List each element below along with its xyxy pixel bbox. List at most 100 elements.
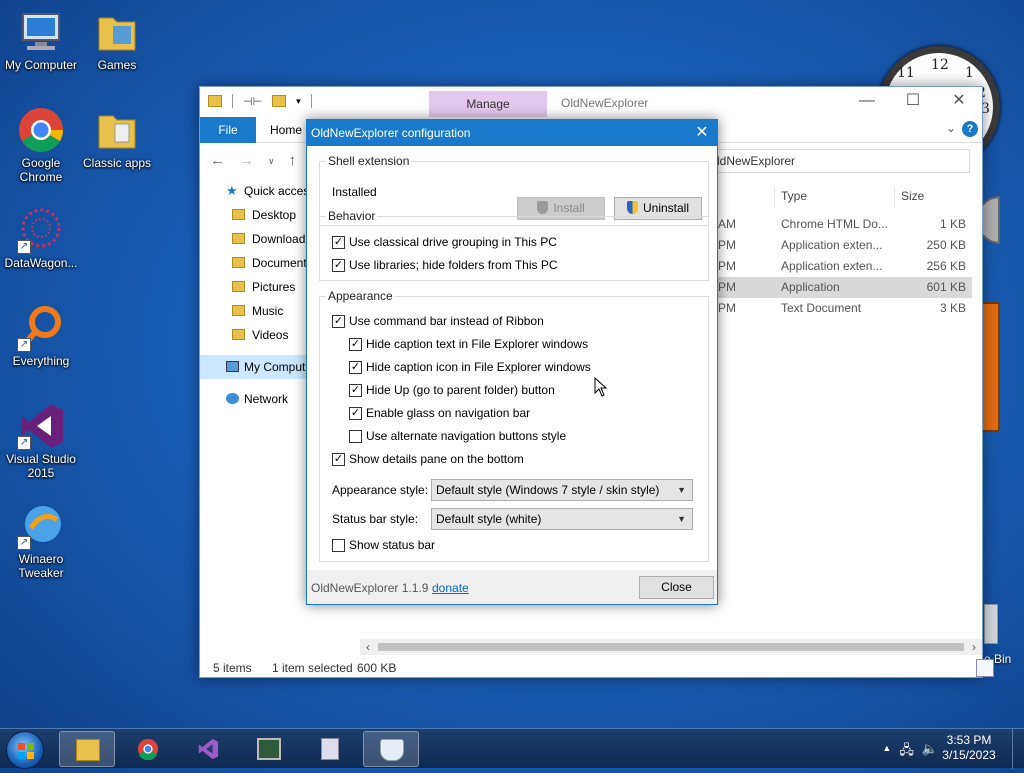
desktop-icon-games[interactable]: Games xyxy=(76,8,158,72)
task-manager-icon xyxy=(257,738,281,760)
tab-manage[interactable]: Manage xyxy=(429,91,547,117)
dialog-titlebar[interactable]: OldNewExplorer configuration ✕ xyxy=(307,120,717,146)
maximize-icon[interactable]: ☐ xyxy=(890,87,936,117)
checkbox-hide-up-button[interactable]: ✓ Hide Up (go to parent folder) button xyxy=(349,382,555,398)
nav-item-videos[interactable]: Videos xyxy=(200,323,310,347)
games-folder-icon xyxy=(93,8,141,56)
nav-item-label: Document xyxy=(252,256,307,270)
back-icon[interactable]: ← xyxy=(210,152,225,170)
desktop-icon-my-computer[interactable]: My Computer xyxy=(0,8,82,72)
file-row-selected[interactable]: PM Application 601 KB xyxy=(712,277,972,298)
shortcut-arrow-icon: ↗ xyxy=(17,240,31,254)
windows-logo-icon xyxy=(18,743,34,759)
large-icons-view-icon[interactable] xyxy=(976,659,994,677)
desktop-icon-visual-studio[interactable]: ↗ Visual Studio 2015 xyxy=(0,402,82,480)
checkbox-alternate-nav-buttons[interactable]: Use alternate navigation buttons style xyxy=(349,428,566,444)
close-icon[interactable]: ✕ xyxy=(936,87,982,117)
file-row[interactable]: AM Chrome HTML Do... 1 KB xyxy=(712,214,972,235)
column-header-type[interactable]: Type xyxy=(781,189,807,203)
checkbox-command-bar[interactable]: ✓ Use command bar instead of Ribbon xyxy=(332,313,544,329)
show-desktop-button[interactable] xyxy=(1012,729,1024,769)
status-bar-style-select[interactable]: Default style (white) ▼ xyxy=(431,508,693,530)
minimize-icon[interactable]: — xyxy=(844,87,890,117)
notes-gadget[interactable] xyxy=(980,302,1000,432)
checkbox-box: ✓ xyxy=(349,361,362,374)
checkbox-hide-caption-text[interactable]: ✓ Hide caption text in File Explorer wind… xyxy=(349,336,588,352)
scroll-left-icon[interactable]: ‹ xyxy=(360,639,376,655)
explorer-title: OldNewExplorer xyxy=(561,96,649,110)
desktop-icon-chrome[interactable]: Google Chrome xyxy=(0,106,82,184)
close-button[interactable]: Close xyxy=(639,576,714,599)
explorer-titlebar[interactable]: ⊣⊢ ▾ Manage OldNewExplorer — ☐ ✕ xyxy=(200,87,982,117)
nav-item-documents[interactable]: Document xyxy=(200,251,310,275)
taskbar-task-manager[interactable] xyxy=(241,731,297,767)
nav-item-pictures[interactable]: Pictures xyxy=(200,275,310,299)
scroll-right-icon[interactable]: › xyxy=(966,639,982,655)
checkbox-enable-glass[interactable]: ✓ Enable glass on navigation bar xyxy=(349,405,530,421)
checkbox-box: ✓ xyxy=(332,315,345,328)
nav-item-network[interactable]: Network xyxy=(200,387,310,411)
desktop-icon-label: Visual Studio 2015 xyxy=(6,452,76,480)
folder-icon xyxy=(93,106,141,154)
chevron-down-icon: ▼ xyxy=(677,514,686,524)
address-bar[interactable]: ldNewExplorer xyxy=(712,149,970,173)
checkbox-hide-caption-icon[interactable]: ✓ Hide caption icon in File Explorer wind… xyxy=(349,359,591,375)
nav-item-downloads[interactable]: Download xyxy=(200,227,310,251)
volume-icon[interactable]: 🔈 xyxy=(922,741,938,763)
dialog-close-icon[interactable]: ✕ xyxy=(687,120,717,146)
desktop-icon-classic-apps[interactable]: Classic apps xyxy=(76,106,158,170)
everything-search-icon: ↗ xyxy=(17,304,65,352)
file-size: 3 KB xyxy=(939,301,966,315)
file-row[interactable]: PM Text Document 3 KB xyxy=(712,298,972,319)
donate-link[interactable]: donate xyxy=(432,581,469,595)
nav-item-desktop[interactable]: Desktop xyxy=(200,203,310,227)
forward-icon[interactable]: → xyxy=(239,152,254,170)
recent-dropdown-icon[interactable]: ∨ xyxy=(268,152,275,170)
file-row[interactable]: PM Application exten... 250 KB xyxy=(712,235,972,256)
desktop-icon-winaero-tweaker[interactable]: ↗ Winaero Tweaker xyxy=(0,502,82,580)
chrome-icon xyxy=(137,738,159,760)
taskbar-file-explorer[interactable] xyxy=(59,731,115,767)
appearance-style-select[interactable]: Default style (Windows 7 style / skin st… xyxy=(431,479,693,501)
taskbar-oldnewexplorer[interactable] xyxy=(363,731,419,767)
checkbox-box: ✓ xyxy=(349,384,362,397)
ribbon-expand-icon[interactable]: ⌄ xyxy=(946,121,956,135)
recycle-bin-icon[interactable] xyxy=(984,604,998,644)
desktop-icon-datawagon[interactable]: ↗ DataWagon... xyxy=(0,206,82,270)
nav-item-quick-access[interactable]: ★ Quick acces xyxy=(200,179,310,203)
nav-item-music[interactable]: Music xyxy=(200,299,310,323)
shortcut-arrow-icon: ↗ xyxy=(17,536,31,550)
oldnewexplorer-config-dialog[interactable]: OldNewExplorer configuration ✕ Shell ext… xyxy=(306,119,718,605)
group-behavior: Behavior ✓ Use classical drive grouping i… xyxy=(319,209,709,281)
show-hidden-icons-icon[interactable]: ▲ xyxy=(882,741,891,763)
customize-dropdown-icon[interactable]: ▾ xyxy=(296,96,301,107)
help-icon[interactable]: ? xyxy=(962,121,978,137)
nav-item-label: Download xyxy=(252,232,306,246)
file-row[interactable]: PM Application exten... 256 KB xyxy=(712,256,972,277)
desktop-icon-everything[interactable]: ↗ Everything xyxy=(0,304,82,368)
new-folder-icon[interactable] xyxy=(272,95,287,107)
tab-home[interactable]: Home xyxy=(270,123,302,137)
tray-clock[interactable]: 3:53 PM 3/15/2023 xyxy=(938,733,1000,763)
tab-file[interactable]: File xyxy=(200,117,256,143)
status-bar-style-label: Status bar style: xyxy=(332,512,419,526)
checkbox-classical-drive-grouping[interactable]: ✓ Use classical drive grouping in This PC xyxy=(332,234,557,250)
desktop-icon-label: Everything xyxy=(12,354,70,368)
checkbox-show-status-bar[interactable]: Show status bar xyxy=(332,537,435,553)
column-header-size[interactable]: Size xyxy=(901,189,924,203)
network-icon[interactable]: 🖧 xyxy=(899,741,914,763)
taskbar-visual-studio[interactable] xyxy=(180,731,236,767)
scrollbar-thumb[interactable] xyxy=(378,643,964,651)
pin-icon[interactable]: ⊣⊢ xyxy=(243,95,262,108)
clock-number: 11 xyxy=(897,65,915,81)
horizontal-scrollbar[interactable]: ‹ › xyxy=(360,639,982,655)
checkbox-use-libraries[interactable]: ✓ Use libraries; hide folders from This P… xyxy=(332,257,558,273)
up-icon[interactable]: ↑ xyxy=(289,152,297,170)
taskbar-calculator[interactable] xyxy=(302,731,358,767)
start-button[interactable] xyxy=(6,731,44,769)
navigation-pane: ★ Quick acces Desktop Download Document … xyxy=(200,179,310,411)
taskbar-chrome[interactable] xyxy=(120,731,176,767)
nav-item-my-computer[interactable]: My Comput xyxy=(200,355,310,379)
group-appearance: Appearance ✓ Use command bar instead of R… xyxy=(319,289,709,562)
checkbox-details-pane-bottom[interactable]: ✓ Show details pane on the bottom xyxy=(332,451,524,467)
